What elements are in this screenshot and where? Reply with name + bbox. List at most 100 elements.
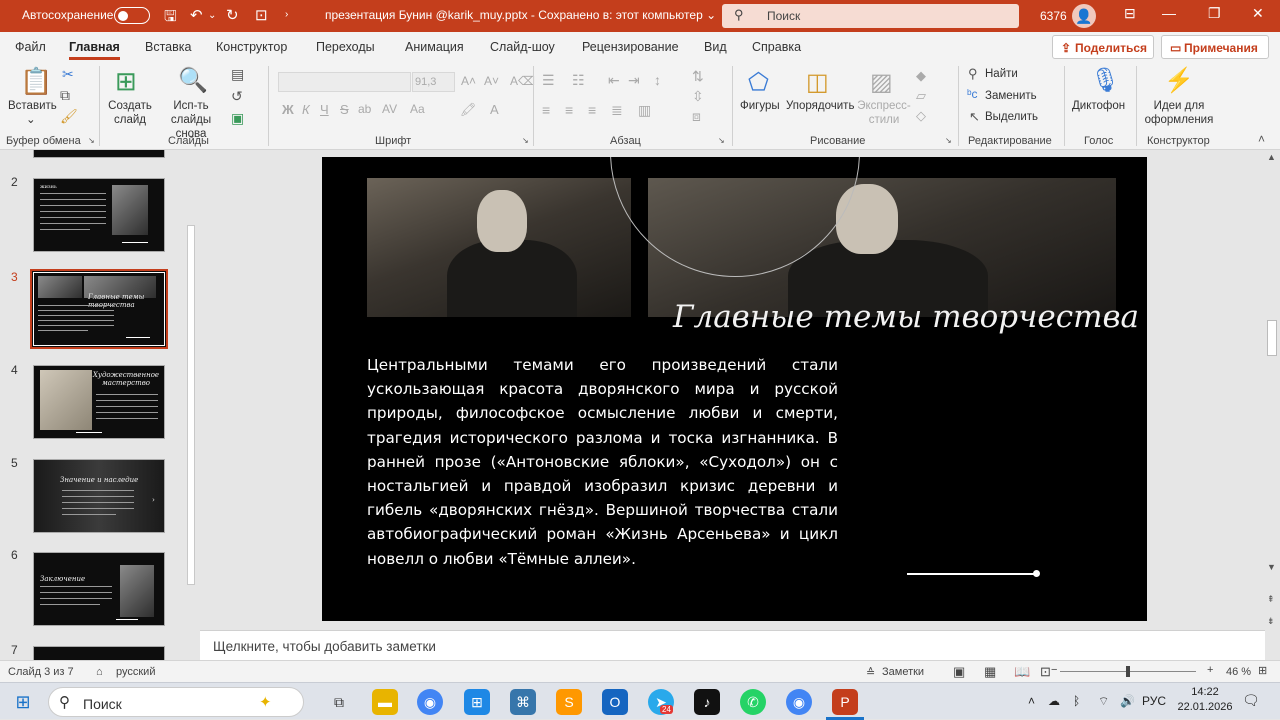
fit-slide-icon[interactable]: ⊞: [1258, 664, 1267, 677]
smartart-icon[interactable]: ⧈: [692, 108, 701, 125]
slide-thumbnail-7[interactable]: [33, 646, 165, 660]
undo-icon[interactable]: ↶: [190, 6, 203, 24]
slide-thumbnail-6[interactable]: Заключение: [33, 552, 165, 626]
section-icon[interactable]: ▣: [231, 110, 244, 127]
paste-icon[interactable]: 📋: [20, 66, 52, 97]
task-view-icon[interactable]: ⧉: [326, 689, 352, 715]
powerpoint-icon[interactable]: P: [832, 689, 858, 715]
chrome-profile-icon[interactable]: ◉: [786, 689, 812, 715]
tab-help[interactable]: Справка: [752, 40, 801, 54]
tab-transitions[interactable]: Переходы: [316, 40, 375, 54]
new-slide-button[interactable]: Создать слайд: [106, 99, 154, 127]
increase-indent-icon[interactable]: ⇥: [628, 72, 640, 89]
select-button[interactable]: Выделить: [985, 110, 1038, 124]
share-button[interactable]: ⇪ Поделиться: [1052, 35, 1154, 59]
customize-qat-icon[interactable]: ›: [285, 9, 288, 20]
tab-slideshow[interactable]: Слайд-шоу: [490, 40, 555, 54]
decrease-indent-icon[interactable]: ⇤: [608, 72, 620, 89]
design-ideas-button[interactable]: Идеи для оформления: [1141, 99, 1217, 127]
normal-view-icon[interactable]: ▣: [953, 664, 965, 680]
find-button[interactable]: Найти: [985, 67, 1018, 81]
language-status[interactable]: русский: [116, 666, 155, 678]
slide-thumbnail-5[interactable]: Значение и наследие ›: [33, 459, 165, 533]
increase-font-icon[interactable]: A˄: [461, 74, 476, 88]
paste-dropdown-icon[interactable]: ⌄: [26, 113, 36, 127]
layout-icon[interactable]: ▤: [231, 66, 244, 83]
slide-thumbnail-4[interactable]: Художественное мастерство: [33, 365, 165, 439]
font-size-input[interactable]: 91,3: [412, 72, 455, 92]
change-case-icon[interactable]: Aa: [410, 102, 425, 116]
design-ideas-icon[interactable]: ⚡: [1164, 66, 1194, 95]
tiktok-icon[interactable]: ♪: [694, 689, 720, 715]
document-title[interactable]: презентация Бунин @karik_muy.pptx - Сохр…: [325, 8, 716, 22]
slideshow-view-icon[interactable]: ⊡: [1040, 664, 1051, 680]
minimize-icon[interactable]: —: [1162, 5, 1176, 21]
reading-view-icon[interactable]: 📖: [1014, 664, 1030, 680]
font-name-input[interactable]: [278, 72, 411, 92]
line-spacing-icon[interactable]: ↕: [654, 72, 661, 88]
columns-icon[interactable]: ▥: [638, 102, 651, 119]
clear-format-icon[interactable]: A⌫: [510, 74, 535, 88]
tab-design[interactable]: Конструктор: [216, 40, 287, 54]
font-launcher-icon[interactable]: ↘: [522, 136, 529, 145]
replace-icon[interactable]: ᵇc: [967, 87, 978, 101]
system-clock[interactable]: 14:22 22.01.2026: [1174, 685, 1236, 715]
tab-animations[interactable]: Анимация: [405, 40, 464, 54]
quick-styles-icon[interactable]: ▨: [870, 68, 893, 97]
save-icon[interactable]: 🖫: [164, 6, 177, 31]
tab-file[interactable]: Файл: [15, 40, 46, 54]
collapse-ribbon-icon[interactable]: ˄: [1258, 132, 1265, 146]
underline-button[interactable]: Ч: [320, 102, 329, 117]
scroll-up-icon[interactable]: ▲: [1267, 152, 1276, 162]
dictate-button[interactable]: Диктофон: [1072, 99, 1125, 113]
shape-fill-icon[interactable]: ◆: [916, 68, 926, 84]
taskbar-search[interactable]: ⚲ Поиск ✦: [48, 687, 304, 717]
undo-dropdown-icon[interactable]: ⌄: [208, 10, 216, 21]
shape-outline-icon[interactable]: ▱: [916, 88, 926, 104]
strikethrough-button[interactable]: S: [340, 102, 349, 117]
bluetooth-icon[interactable]: ᛒ: [1073, 694, 1080, 708]
find-icon[interactable]: ⚲: [968, 66, 978, 82]
cloud-icon[interactable]: ☁: [1048, 694, 1060, 708]
notes-toggle-icon[interactable]: ≙: [866, 666, 875, 679]
slide-title[interactable]: Главные темы творчества: [673, 299, 1139, 335]
tab-home[interactable]: Главная: [69, 40, 120, 60]
input-language[interactable]: РУС: [1142, 694, 1166, 708]
replace-button[interactable]: Заменить: [985, 89, 1037, 103]
numbering-icon[interactable]: ☷: [572, 72, 585, 89]
comments-button[interactable]: ▭ Примечания: [1161, 35, 1269, 59]
present-icon[interactable]: ⊡: [255, 6, 268, 24]
accessibility-icon[interactable]: ⌂: [96, 666, 103, 678]
zoom-level[interactable]: 46 %: [1226, 666, 1251, 678]
windows-start-icon[interactable]: ⊞: [10, 689, 36, 715]
quick-styles-button[interactable]: Экспресс-стили: [855, 99, 913, 127]
reset-icon[interactable]: ↺: [231, 88, 243, 105]
autosave-toggle[interactable]: [114, 7, 150, 24]
clipboard-launcher-icon[interactable]: ↘: [88, 136, 95, 145]
italic-button[interactable]: К: [302, 102, 310, 117]
slide-thumbnail-1[interactable]: [33, 150, 165, 158]
new-slide-icon[interactable]: ⊞: [115, 66, 137, 97]
python-icon[interactable]: ⌘: [510, 689, 536, 715]
align-center-icon[interactable]: ≡: [565, 102, 573, 118]
format-painter-icon[interactable]: 🖌: [60, 108, 78, 125]
current-slide[interactable]: Главные темы творчества Центральными тем…: [322, 157, 1147, 621]
bullets-icon[interactable]: ☰: [542, 72, 555, 89]
chrome-icon[interactable]: ◉: [417, 689, 443, 715]
zoom-slider-thumb[interactable]: [1126, 666, 1130, 677]
slide-sorter-icon[interactable]: ▦: [984, 664, 996, 680]
whatsapp-icon[interactable]: ✆: [740, 689, 766, 715]
restore-icon[interactable]: ❐: [1208, 5, 1221, 22]
bold-button[interactable]: Ж: [282, 102, 294, 117]
copy-icon[interactable]: ⧉: [60, 87, 70, 104]
notes-pane[interactable]: Щелкните, чтобы добавить заметки: [200, 630, 1265, 660]
font-color-icon[interactable]: A: [490, 102, 499, 117]
char-spacing-icon[interactable]: AV: [382, 102, 397, 116]
highlight-icon[interactable]: 🖍: [460, 102, 477, 118]
search-box[interactable]: ⚲ Поиск: [722, 4, 1019, 28]
paste-button[interactable]: Вставить: [8, 99, 57, 113]
slide-thumbnail-2[interactable]: жизнь: [33, 178, 165, 252]
reuse-slides-icon[interactable]: 🔍: [178, 66, 208, 95]
zoom-in-icon[interactable]: +: [1207, 664, 1213, 676]
scrollbar-thumb[interactable]: [187, 225, 195, 585]
